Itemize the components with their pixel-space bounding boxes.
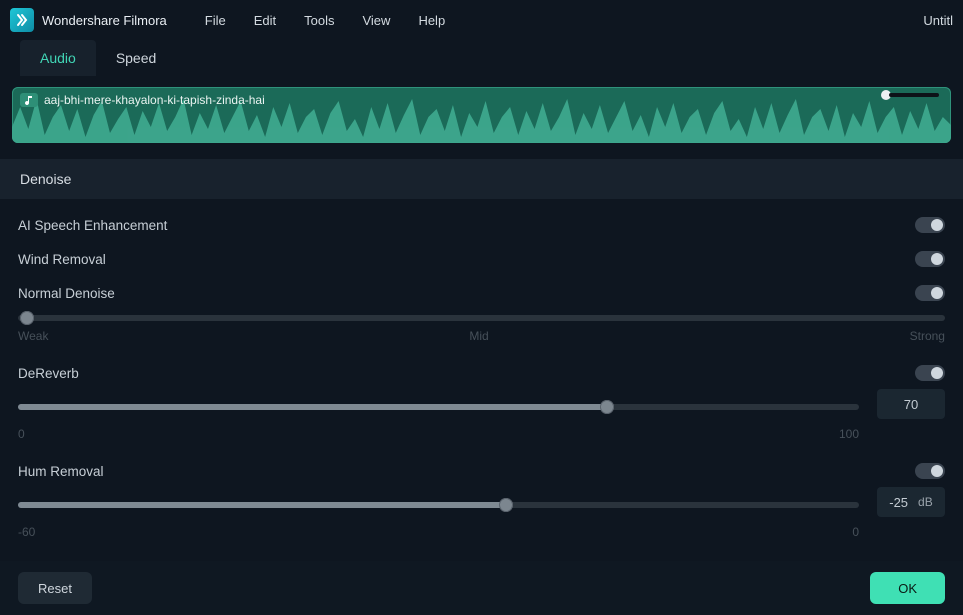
ai-speech-toggle[interactable]: [915, 217, 945, 233]
normal-denoise-slider-wrap: Weak Mid Strong: [12, 301, 951, 343]
dereverb-slider-wrap: 70 0 100: [12, 381, 951, 441]
ai-speech-label: AI Speech Enhancement: [18, 218, 167, 233]
wind-removal-label: Wind Removal: [18, 252, 106, 267]
reset-button[interactable]: Reset: [18, 572, 92, 604]
menu-help[interactable]: Help: [418, 13, 445, 28]
hum-removal-slider-wrap: -25dB -60 0: [12, 479, 951, 539]
normal-denoise-scale: Weak Mid Strong: [18, 321, 945, 343]
hum-scale-max: 0: [852, 525, 859, 539]
scale-mid: Mid: [469, 329, 488, 343]
menu-items: File Edit Tools View Help: [205, 13, 445, 28]
document-title: Untitl: [923, 13, 953, 28]
dereverb-scale-max: 100: [839, 427, 859, 441]
tab-audio[interactable]: Audio: [20, 40, 96, 76]
row-ai-speech: AI Speech Enhancement: [12, 199, 951, 233]
menu-tools[interactable]: Tools: [304, 13, 334, 28]
hum-removal-label: Hum Removal: [18, 464, 104, 479]
row-hum-removal: Hum Removal: [12, 441, 951, 479]
tab-speed[interactable]: Speed: [96, 40, 176, 76]
footer: Reset OK: [0, 561, 963, 615]
clip-filename: aaj-bhi-mere-khayalon-ki-tapish-zinda-ha…: [44, 93, 265, 107]
row-dereverb: DeReverb: [12, 343, 951, 381]
section-denoise-header: Denoise: [0, 159, 963, 199]
dereverb-scale: 0 100: [18, 419, 945, 441]
menu-file[interactable]: File: [205, 13, 226, 28]
normal-denoise-label: Normal Denoise: [18, 286, 115, 301]
panel-area: aaj-bhi-mere-khayalon-ki-tapish-zinda-ha…: [0, 77, 963, 549]
audio-file-icon: [20, 93, 38, 107]
menu-view[interactable]: View: [362, 13, 390, 28]
row-normal-denoise: Normal Denoise: [12, 267, 951, 301]
hum-removal-value[interactable]: -25dB: [877, 487, 945, 517]
dereverb-value[interactable]: 70: [877, 389, 945, 419]
menu-edit[interactable]: Edit: [254, 13, 276, 28]
ok-button[interactable]: OK: [870, 572, 945, 604]
scale-strong: Strong: [910, 329, 945, 343]
dereverb-slider[interactable]: [18, 404, 859, 410]
clip-label: aaj-bhi-mere-khayalon-ki-tapish-zinda-ha…: [20, 93, 265, 107]
clip-end-handle[interactable]: [881, 91, 939, 99]
wind-removal-toggle[interactable]: [915, 251, 945, 267]
hum-scale-min: -60: [18, 525, 35, 539]
hum-removal-slider[interactable]: [18, 502, 859, 508]
scale-weak: Weak: [18, 329, 48, 343]
hum-removal-toggle[interactable]: [915, 463, 945, 479]
audio-clip-strip[interactable]: aaj-bhi-mere-khayalon-ki-tapish-zinda-ha…: [12, 87, 951, 143]
dereverb-scale-min: 0: [18, 427, 25, 441]
normal-denoise-slider[interactable]: [18, 315, 945, 321]
app-name: Wondershare Filmora: [42, 13, 167, 28]
app-logo-icon: [10, 8, 34, 32]
dereverb-label: DeReverb: [18, 366, 79, 381]
dereverb-toggle[interactable]: [915, 365, 945, 381]
tabbar: Audio Speed: [0, 40, 963, 77]
menubar: Wondershare Filmora File Edit Tools View…: [0, 0, 963, 40]
hum-removal-scale: -60 0: [18, 517, 945, 539]
normal-denoise-toggle[interactable]: [915, 285, 945, 301]
row-wind-removal: Wind Removal: [12, 233, 951, 267]
